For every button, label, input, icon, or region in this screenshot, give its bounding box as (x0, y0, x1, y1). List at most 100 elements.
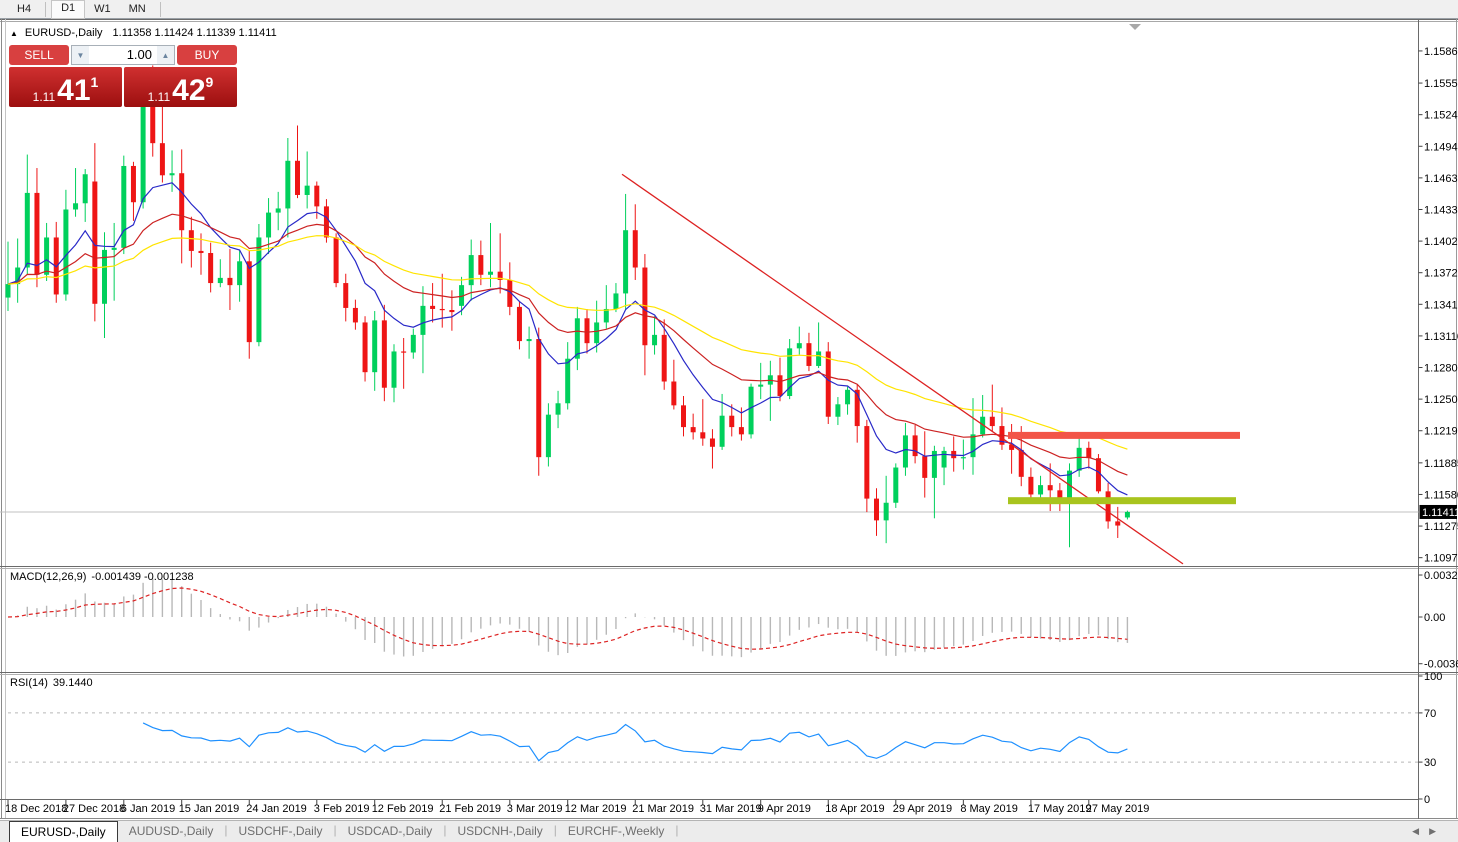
candle (787, 339, 792, 399)
sell-button[interactable]: SELL (9, 45, 69, 65)
candle (893, 463, 898, 508)
candle (980, 395, 985, 437)
candle (536, 328, 541, 476)
candle (942, 447, 947, 485)
candle (353, 300, 358, 330)
candle (884, 476, 889, 543)
rsi-axis: 10070300 (1419, 671, 1443, 806)
candle (305, 151, 310, 208)
candle (874, 488, 879, 536)
toolbar-separator (45, 2, 46, 17)
rsi-axis-label: 70 (1424, 708, 1436, 720)
rsi-axis-label: 100 (1424, 671, 1442, 683)
candle (488, 223, 493, 287)
candle (749, 384, 754, 439)
tab-scroll-left-icon[interactable]: ◀ (1412, 826, 1429, 836)
date-axis-label: 6 Jan 2019 (121, 803, 175, 815)
candle (913, 425, 918, 463)
candle (671, 360, 676, 410)
date-axis-label: 24 Jan 2019 (246, 803, 307, 815)
mt4-window: H4 D1 W1 MN 1.158601.155501.152451.14940… (0, 0, 1458, 842)
candle (372, 311, 377, 391)
timeframe-h4-button[interactable]: H4 (8, 1, 40, 18)
candle (411, 329, 416, 359)
candle (517, 302, 522, 350)
candle (266, 198, 271, 254)
macd-axis: 0.003280.00-0.00365 (1419, 570, 1458, 671)
candle (131, 162, 136, 221)
date-axis-label: 12 Mar 2019 (565, 803, 627, 815)
candles (6, 65, 1130, 547)
date-axis: 18 Dec 201827 Dec 20186 Jan 201915 Jan 2… (5, 800, 1149, 815)
candle (189, 217, 194, 268)
candle (585, 309, 590, 354)
tab-eurusd-daily[interactable]: EURUSD-,Daily (9, 821, 118, 842)
date-axis-label: 15 Jan 2019 (179, 803, 240, 815)
toolbar-separator (160, 2, 161, 17)
buy-price-sup: 9 (206, 75, 214, 89)
tab-usdchf-daily[interactable]: USDCHF-,Daily (228, 821, 334, 842)
candle (700, 399, 705, 446)
candle (295, 126, 300, 199)
candle (826, 342, 831, 424)
macd-histogram (8, 579, 1127, 657)
candle (691, 414, 696, 440)
candle (237, 250, 242, 302)
volume-down-icon[interactable]: ▼ (72, 46, 89, 64)
candle (449, 290, 454, 330)
candle (1028, 468, 1033, 498)
descending-trendline[interactable] (622, 174, 1183, 564)
price-axis-label: 1.13415 (1424, 299, 1458, 311)
price-axis-label: 1.14635 (1424, 173, 1458, 185)
ma-9-line (8, 183, 1127, 495)
candle (392, 344, 397, 402)
candle (546, 403, 551, 466)
date-axis-label: 27 May 2019 (1086, 803, 1150, 815)
volume-input[interactable]: 1.00 (89, 46, 157, 64)
candle (401, 338, 406, 389)
timeframe-d1-button[interactable]: D1 (51, 0, 85, 19)
candle (662, 319, 667, 389)
chart-symbol-label: EURUSD-,Daily (25, 27, 103, 39)
support-level-bar[interactable] (1008, 497, 1236, 504)
tab-scroll-right-icon[interactable]: ▶ (1429, 826, 1446, 836)
candle (430, 283, 435, 322)
price-axis: 1.158601.155501.152451.149401.146351.143… (1419, 46, 1458, 565)
price-axis-label: 1.11885 (1424, 458, 1458, 470)
sell-price-big: 41 (57, 79, 90, 103)
candle (63, 190, 68, 301)
chart-canvas[interactable]: 1.158601.155501.152451.149401.146351.143… (0, 19, 1458, 820)
rsi-axis-label: 30 (1424, 757, 1436, 769)
collapse-arrow-icon[interactable]: ▲ (10, 29, 18, 38)
resistance-level-bar[interactable] (1008, 432, 1240, 439)
candle (92, 143, 97, 321)
candle (710, 429, 715, 468)
chart-ohlc-values: 1.11358 1.11424 1.11339 1.11411 (113, 27, 277, 39)
candle (556, 391, 561, 428)
candle (276, 192, 281, 230)
price-axis-label: 1.13110 (1424, 331, 1458, 343)
buy-price-button[interactable]: 1.11429 (124, 67, 237, 107)
candle (179, 149, 184, 263)
candle (681, 396, 686, 436)
date-axis-label: 27 Dec 2018 (63, 803, 125, 815)
tab-usdcad-daily[interactable]: USDCAD-,Daily (337, 821, 444, 842)
tab-audusd-daily[interactable]: AUDUSD-,Daily (118, 821, 225, 842)
tab-usdcnh-daily[interactable]: USDCNH-,Daily (446, 821, 553, 842)
candle (54, 222, 59, 303)
candle (797, 327, 802, 355)
timeframe-w1-button[interactable]: W1 (85, 1, 120, 18)
volume-up-icon[interactable]: ▲ (157, 46, 174, 64)
buy-price-prefix: 1.11 (148, 91, 170, 103)
date-axis-label: 31 Mar 2019 (700, 803, 762, 815)
macd-axis-label: 0.00 (1424, 612, 1445, 624)
tab-scroll-arrows[interactable]: ◀▶ (1412, 821, 1446, 842)
sell-price-button[interactable]: 1.11411 (9, 67, 122, 107)
chart-shift-icon (1129, 24, 1141, 30)
tab-eurchf-weekly[interactable]: EURCHF-,Weekly (557, 821, 675, 842)
macd-axis-label: 0.00328 (1424, 570, 1458, 582)
timeframe-mn-button[interactable]: MN (120, 1, 155, 18)
price-axis-label: 1.11580 (1424, 489, 1458, 501)
candle (806, 333, 811, 371)
buy-button[interactable]: BUY (177, 45, 237, 65)
